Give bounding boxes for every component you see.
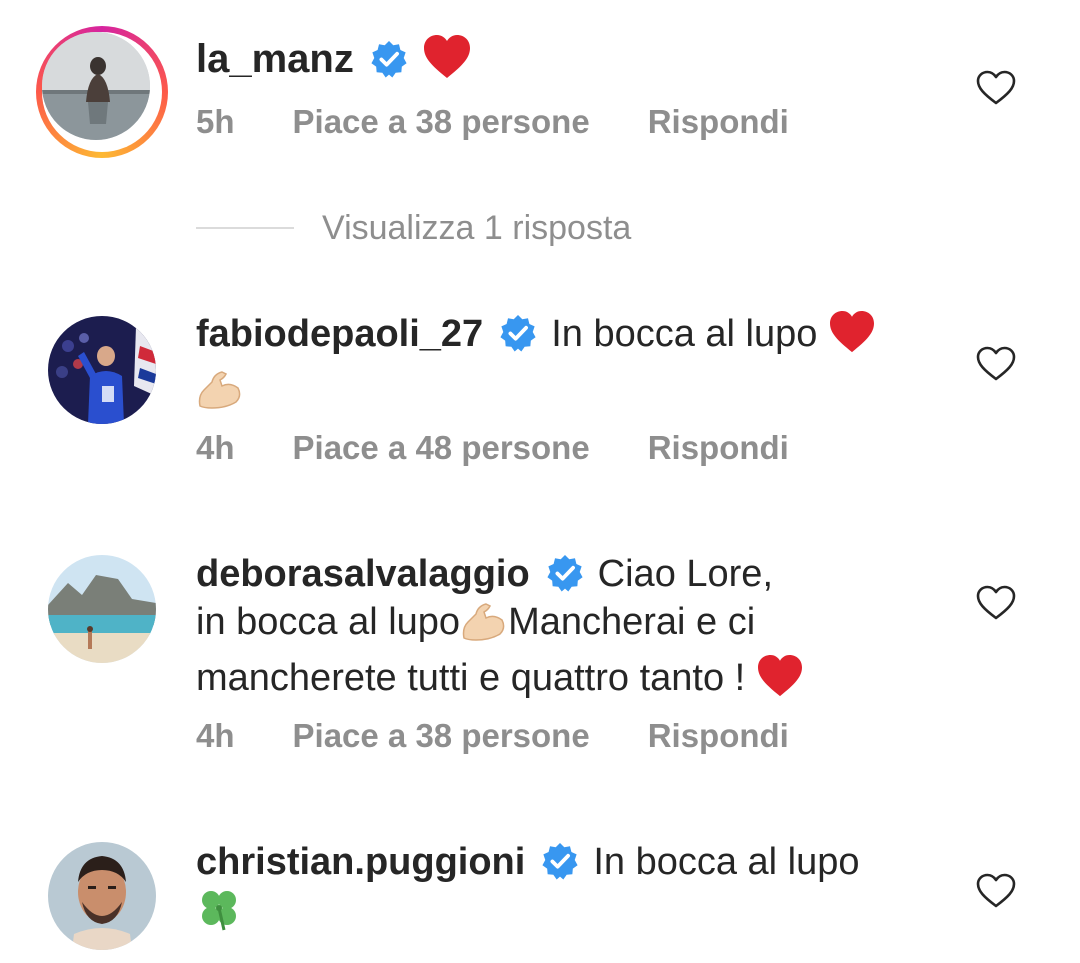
replies-divider [196,227,294,229]
reply-button[interactable]: Rispondi [648,103,789,141]
like-heart-icon[interactable] [976,873,1016,909]
like-heart-icon[interactable] [976,346,1016,382]
four-leaf-clover-icon [196,886,242,944]
comment-time: 4h [196,429,235,466]
verified-badge-icon [499,314,537,352]
like-heart-icon[interactable] [976,70,1016,106]
avatar[interactable] [48,842,156,950]
flexed-biceps-icon [196,366,244,422]
reply-button[interactable]: Rispondi [648,717,789,755]
avatar[interactable] [48,555,156,663]
comment-text-line3: mancherete tutti e quattro tanto ! [196,657,746,699]
comment-meta: 5h Piace a 38 persone Rispondi [196,103,847,141]
avatar-story-ring[interactable] [36,26,168,158]
likes-count[interactable]: Piace a 48 persone [293,429,590,467]
comment-text: In bocca al lupo [593,841,860,883]
comment-meta: 4h Piace a 48 persone Rispondi [196,429,847,467]
reply-button[interactable]: Rispondi [648,429,789,467]
verified-badge-icon [370,40,408,78]
red-heart-icon [756,654,804,710]
likes-count[interactable]: Piace a 38 persone [293,103,590,141]
view-replies[interactable]: Visualizza 1 risposta [196,206,631,250]
avatar [42,32,150,140]
verified-badge-icon [541,842,579,880]
comment-meta: 4h Piace a 38 persone Rispondi [196,717,847,755]
verified-badge-icon [546,554,584,592]
username[interactable]: la_manz [196,37,354,81]
comment-time: 5h [196,103,235,140]
view-replies-label[interactable]: Visualizza 1 risposta [322,209,631,248]
avatar[interactable] [48,316,156,424]
username[interactable]: deborasalvalaggio [196,553,530,595]
comment-text-line2: in bocca al lupo [196,601,461,643]
like-heart-icon[interactable] [976,585,1016,621]
red-heart-icon [828,310,876,366]
comment-text: In bocca al lupo [551,313,818,355]
flexed-biceps-icon [460,598,508,654]
username[interactable]: fabiodepaoli_27 [196,313,483,355]
comment-text-line2b: Mancherai e ci [508,601,756,643]
comment-text-line1: Ciao Lore, [597,553,773,595]
username[interactable]: christian.puggioni [196,841,525,883]
red-heart-icon [422,34,472,92]
comment-time: 4h [196,717,235,754]
likes-count[interactable]: Piace a 38 persone [293,717,590,755]
